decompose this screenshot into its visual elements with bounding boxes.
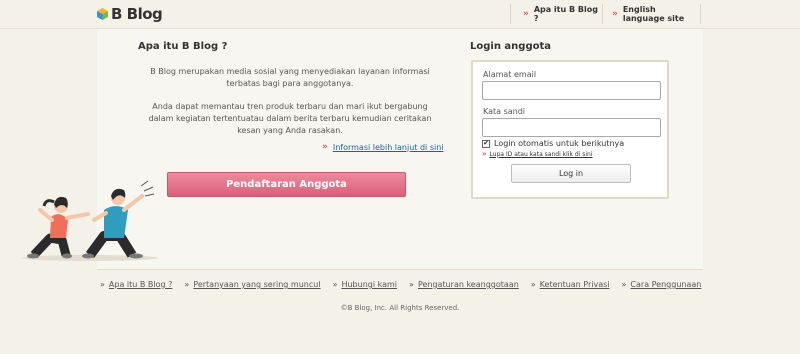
topnav-english-link[interactable]: » English language site [612, 5, 700, 23]
topnav-about-link[interactable]: » Apa itu B Blog ? [523, 5, 602, 23]
about-paragraph-1-line: terbatas bagi para anggotanya. [226, 79, 354, 88]
password-field[interactable] [482, 118, 661, 137]
footer-item: » Apa itu B Blog ? [100, 280, 172, 289]
raquo-icon: » [523, 9, 529, 19]
top-header: B Blog » Apa itu B Blog ? » English lang… [0, 0, 800, 29]
people-illustration [22, 180, 158, 261]
about-paragraph-2-line: Anda dapat memantau tren produk terbaru … [152, 102, 428, 111]
raquo-icon: » [621, 280, 627, 289]
motion-lines [140, 180, 155, 197]
about-paragraph-2-line: kesan yang Anda rasakan. [237, 126, 343, 135]
auto-login-option[interactable]: ✔ Login otomatis untuk berikutnya [482, 139, 624, 148]
footer-link-privacy[interactable]: Ketentuan Privasi [540, 280, 610, 289]
brand-name: B Blog [111, 5, 163, 23]
forgot-credentials: » Lupa ID atau kata sandi klik di sini [482, 150, 592, 158]
footer-link-about[interactable]: Apa itu B Blog ? [109, 280, 172, 289]
person-left [27, 196, 90, 259]
footer-link-howto[interactable]: Cara Penggunaan [630, 280, 701, 289]
footer-links: » Apa itu B Blog ? » Pertanyaan yang serin… [100, 280, 713, 289]
raquo-icon: » [612, 9, 618, 19]
raquo-icon: » [530, 280, 536, 289]
login-form: Alamat email Kata sandi ✔ Login otomatis… [471, 60, 669, 199]
signup-button[interactable]: Pendaftaran Anggota [167, 172, 406, 197]
more-info: » Informasi lebih lanjut di sini [322, 142, 444, 152]
topnav-item-english[interactable]: » English language site [602, 0, 701, 28]
email-label: Alamat email [483, 70, 537, 79]
raquo-icon: » [322, 142, 328, 152]
footer-item: » Pertanyaan yang sering muncul [184, 280, 320, 289]
raquo-icon: » [409, 280, 414, 289]
footer-link-contact[interactable]: Hubungi kami [341, 280, 397, 289]
about-title: Apa itu B Blog ? [138, 41, 228, 52]
topnav-english-label: English language site [622, 5, 685, 23]
brand-logo[interactable]: B Blog [97, 5, 163, 23]
copyright: ©B Blog, Inc. All Rights Reserved. [340, 304, 460, 312]
about-paragraph-1: B Blog merupakan media sosial yang menye… [128, 66, 452, 90]
auto-login-label: Login otomatis untuk berikutnya [494, 139, 625, 148]
raquo-icon: » [482, 150, 487, 158]
about-paragraph-2-line: dalam kegiatan tertentuatau dalam berita… [148, 114, 432, 123]
password-label: Kata sandi [483, 107, 526, 116]
raquo-icon: » [100, 280, 105, 289]
footer-item: » Hubungi kami [333, 280, 397, 289]
about-paragraph-1-line: B Blog merupakan media sosial yang menye… [150, 67, 430, 76]
checkbox-checked-icon[interactable]: ✔ [482, 139, 490, 148]
forgot-credentials-link[interactable]: Lupa ID atau kata sandi klik di sini [490, 151, 593, 158]
logo-cube-icon [97, 8, 108, 20]
more-info-link[interactable]: Informasi lebih lanjut di sini [333, 143, 444, 152]
footer-item: » Cara Penggunaan [622, 280, 702, 289]
topnav-about-label: Apa itu B Blog ? [533, 5, 598, 23]
person-right [82, 188, 144, 259]
footer-item: » Pengaturan keanggotaan [409, 280, 519, 289]
raquo-icon: » [332, 280, 338, 289]
footer-item: » Ketentuan Privasi [531, 280, 610, 289]
login-button[interactable]: Log in [511, 164, 631, 183]
about-paragraph-2: Anda dapat memantau tren produk terbaru … [128, 101, 452, 137]
login-title: Login anggota [470, 41, 552, 52]
email-field[interactable] [482, 81, 661, 100]
raquo-icon: » [184, 280, 190, 289]
footer-divider [97, 269, 703, 270]
topnav-item-about[interactable]: » Apa itu B Blog ? [510, 0, 602, 28]
footer-link-faq[interactable]: Pertanyaan yang sering muncul [193, 280, 320, 289]
footer-link-membership[interactable]: Pengaturan keanggotaan [418, 280, 519, 289]
